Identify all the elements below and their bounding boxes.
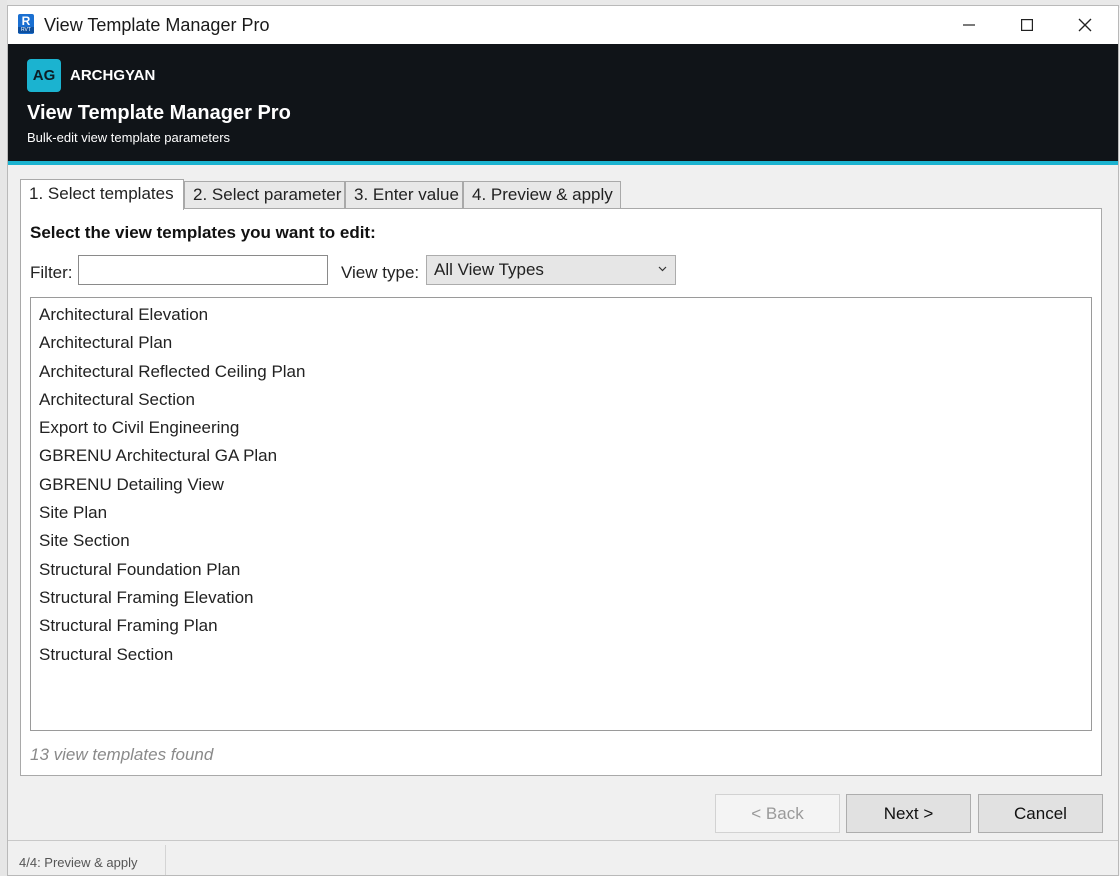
title-bar[interactable]: R RVT View Template Manager Pro: [8, 6, 1118, 44]
next-button[interactable]: Next >: [846, 794, 971, 833]
list-item[interactable]: Structural Framing Elevation: [31, 584, 1091, 612]
minimize-button[interactable]: [940, 6, 998, 44]
close-button[interactable]: [1056, 6, 1114, 44]
maximize-button[interactable]: [998, 6, 1056, 44]
view-type-select[interactable]: All View Types: [426, 255, 676, 285]
list-item[interactable]: Structural Framing Plan: [31, 612, 1091, 640]
filter-input[interactable]: [78, 255, 328, 285]
view-type-label: View type:: [341, 263, 420, 282]
status-text: 4/4: Preview & apply: [19, 855, 138, 870]
list-item[interactable]: Structural Section: [31, 641, 1091, 669]
status-separator: [165, 845, 166, 875]
app-icon-letter: R: [21, 14, 31, 28]
brand-name: ARCHGYAN: [70, 67, 156, 84]
chevron-down-icon: [658, 266, 667, 272]
list-item[interactable]: Export to Civil Engineering: [31, 414, 1091, 442]
tab-select-templates[interactable]: 1. Select templates: [20, 179, 184, 210]
app-header: AG ARCHGYAN View Template Manager Pro Bu…: [8, 44, 1118, 165]
list-item[interactable]: Architectural Section: [31, 386, 1091, 414]
cancel-button[interactable]: Cancel: [978, 794, 1103, 833]
list-item[interactable]: Structural Foundation Plan: [31, 556, 1091, 584]
dialog-window: R RVT View Template Manager Pro AG ARCHG…: [7, 5, 1119, 876]
app-icon-sub: RVT: [18, 27, 34, 33]
header-title: View Template Manager Pro: [27, 102, 291, 124]
tab-preview-apply[interactable]: 4. Preview & apply: [463, 181, 621, 209]
list-item[interactable]: Site Section: [31, 527, 1091, 555]
archgyan-logo: AG: [27, 59, 61, 92]
list-item[interactable]: GBRENU Architectural GA Plan: [31, 442, 1091, 470]
list-item[interactable]: Architectural Elevation: [31, 301, 1091, 329]
tab-panel-select-templates: Select the view templates you want to ed…: [20, 208, 1102, 776]
tab-enter-value[interactable]: 3. Enter value: [345, 181, 463, 209]
revit-app-icon: R RVT: [18, 14, 34, 34]
panel-heading: Select the view templates you want to ed…: [30, 223, 376, 242]
list-item[interactable]: GBRENU Detailing View: [31, 471, 1091, 499]
list-item[interactable]: Architectural Reflected Ceiling Plan: [31, 358, 1091, 386]
status-bar: 4/4: Preview & apply: [8, 840, 1118, 875]
template-list[interactable]: Architectural Elevation Architectural Pl…: [30, 297, 1092, 731]
template-count: 13 view templates found: [30, 745, 214, 764]
tab-select-parameter[interactable]: 2. Select parameter: [184, 181, 345, 209]
view-type-selected: All View Types: [434, 260, 544, 279]
close-icon: [1078, 18, 1092, 32]
window-title: View Template Manager Pro: [44, 15, 270, 35]
minimize-icon: [963, 24, 975, 26]
back-button[interactable]: < Back: [715, 794, 840, 833]
header-subtitle: Bulk-edit view template parameters: [27, 130, 231, 145]
filter-label: Filter:: [30, 263, 73, 282]
list-item[interactable]: Site Plan: [31, 499, 1091, 527]
background-desktop-left: [0, 0, 7, 876]
list-item[interactable]: Architectural Plan: [31, 329, 1091, 357]
maximize-icon: [1021, 19, 1033, 31]
